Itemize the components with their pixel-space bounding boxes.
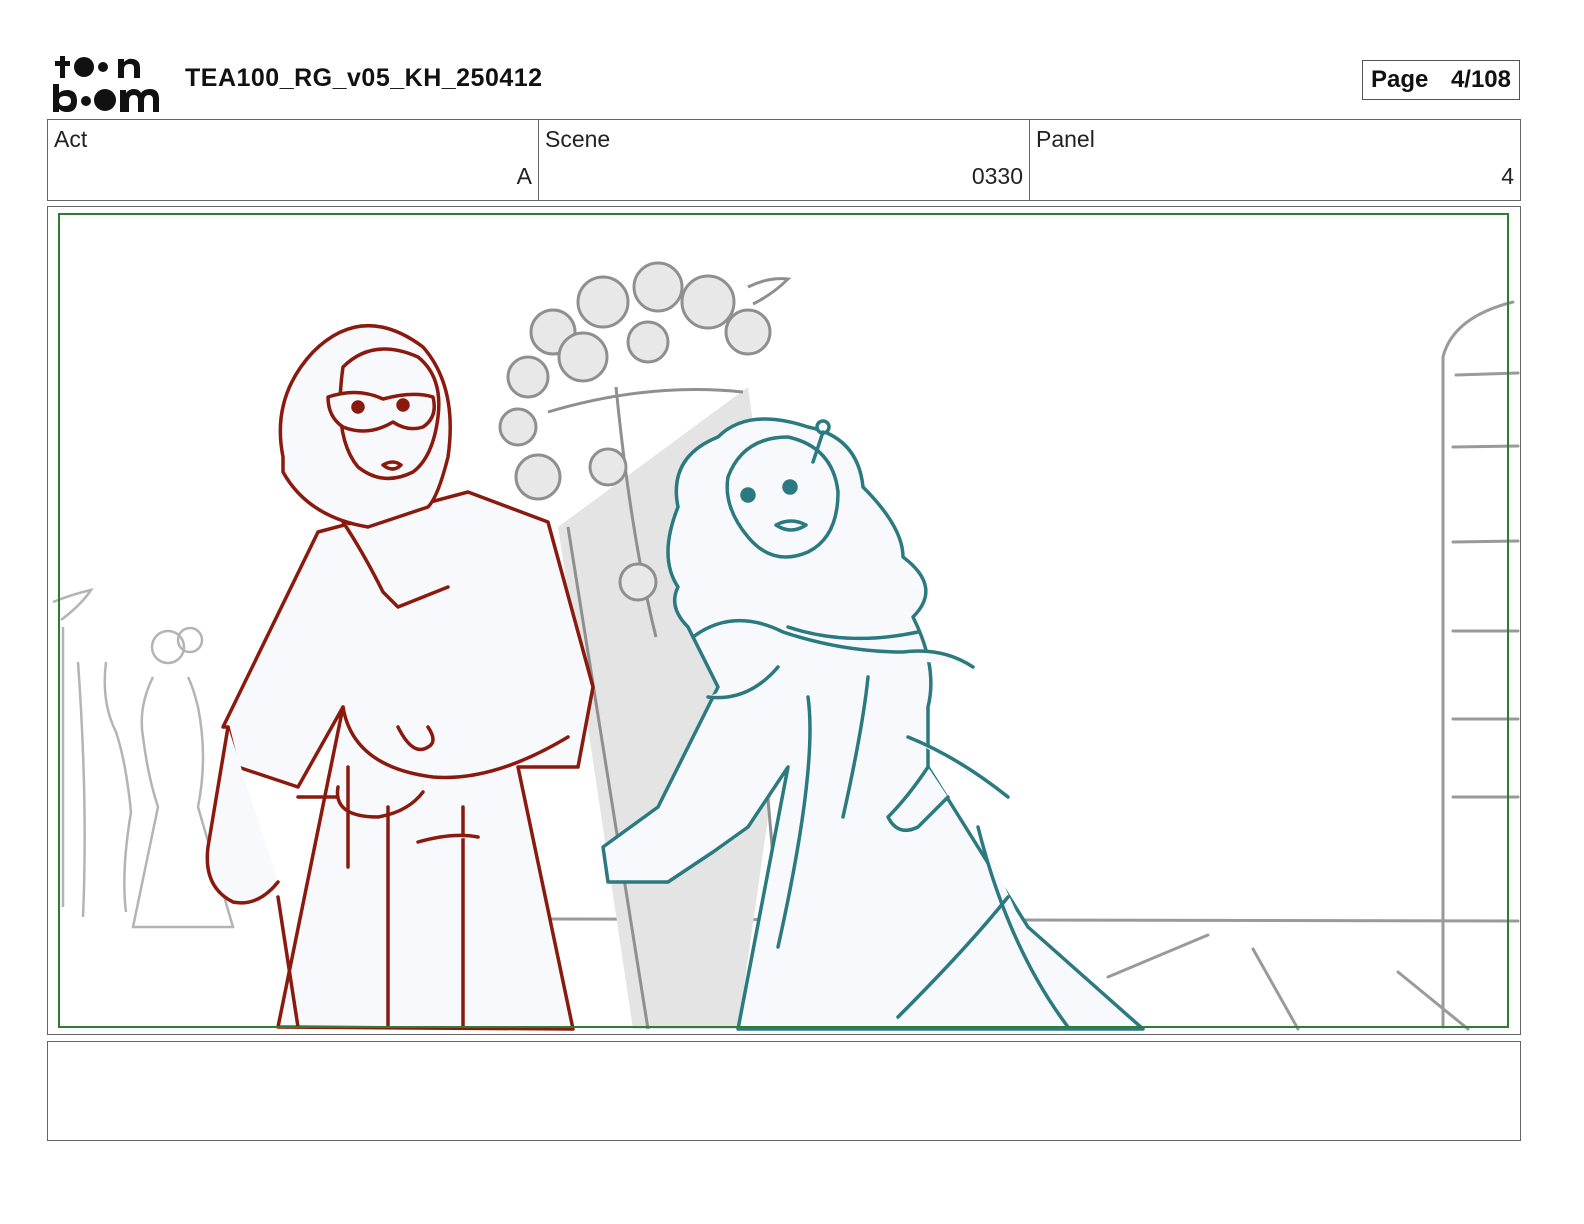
- dialogue-notes-box: [47, 1041, 1521, 1141]
- panel-drawing: [52, 213, 1520, 1031]
- toon-boom-logo: [53, 56, 159, 112]
- scene-cell: Scene 0330: [539, 120, 1030, 200]
- scene-label: Scene: [545, 126, 611, 152]
- act-value: A: [516, 163, 532, 189]
- panel-value: 4: [1501, 163, 1514, 189]
- document-title: TEA100_RG_v05_KH_250412: [185, 64, 543, 92]
- act-label: Act: [54, 126, 88, 152]
- panel-label: Panel: [1036, 126, 1095, 152]
- shot-info-table: Act A Scene 0330 Panel 4: [47, 119, 1521, 201]
- page-indicator: Page 4/108: [1362, 60, 1520, 100]
- storyboard-panel: [47, 206, 1521, 1035]
- act-cell: Act A: [48, 120, 539, 200]
- panel-cell: Panel 4: [1030, 120, 1520, 200]
- page-label: Page: [1371, 66, 1429, 93]
- page-number: 4/108: [1450, 66, 1511, 93]
- background-figures: [52, 588, 235, 929]
- scene-value: 0330: [971, 163, 1023, 189]
